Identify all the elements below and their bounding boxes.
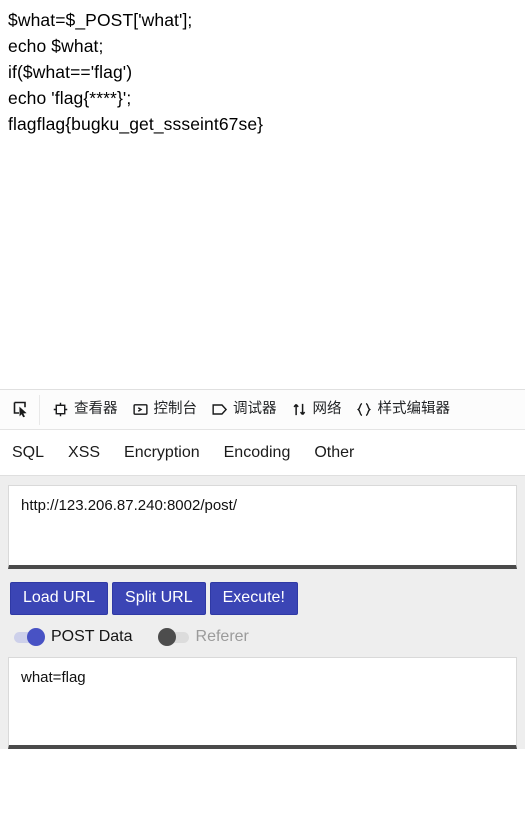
post-data-switch-knob <box>27 627 45 646</box>
element-picker-button[interactable] <box>4 394 40 425</box>
referer-switch-knob <box>157 627 176 646</box>
devtools-tab-label: 样式编辑器 <box>377 401 451 418</box>
post-data-input[interactable] <box>8 657 517 749</box>
hackbar-tab-sql[interactable]: SQL <box>12 444 44 462</box>
element-picker-icon <box>13 401 27 418</box>
php-output-line: echo 'flag{****}'; <box>8 88 132 108</box>
url-input[interactable] <box>8 485 517 569</box>
hackbar-tab-xss[interactable]: XSS <box>68 444 100 462</box>
hackbar-tab-encoding[interactable]: Encoding <box>224 444 291 462</box>
browser-page-viewport: $what=$_POST['what']; echo $what; if($wh… <box>0 0 525 389</box>
referer-toggle[interactable]: Referer <box>157 627 249 646</box>
devtools-tab-label: 查看器 <box>74 401 118 418</box>
php-output-line: echo $what; <box>8 36 104 56</box>
debugger-icon <box>211 401 228 418</box>
hackbar-body: Load URL Split URL Execute! POST Data Re… <box>0 476 525 749</box>
hackbar-tab-row: SQL XSS Encryption Encoding Other <box>0 430 525 476</box>
hackbar-panel: SQL XSS Encryption Encoding Other Load U… <box>0 430 525 749</box>
execute-button[interactable]: Execute! <box>209 582 298 615</box>
console-icon <box>132 401 149 418</box>
devtools-tab-debugger[interactable]: 调试器 <box>204 395 284 425</box>
php-output-line: $what=$_POST['what']; <box>8 10 193 30</box>
hackbar-tab-encryption[interactable]: Encryption <box>124 444 200 462</box>
php-output-flag-line: flagflag{bugku_get_ssseint67se} <box>8 114 264 134</box>
devtools-tab-label: 调试器 <box>233 401 277 418</box>
network-icon <box>291 401 308 418</box>
devtools-tab-label: 网络 <box>312 401 342 418</box>
referer-toggle-label: Referer <box>195 628 249 645</box>
devtools-tab-label: 控制台 <box>153 401 198 418</box>
php-output-text: $what=$_POST['what']; echo $what; if($wh… <box>0 0 525 137</box>
inspector-icon <box>52 401 69 418</box>
devtools-tab-console[interactable]: 控制台 <box>125 395 205 425</box>
style-editor-icon <box>356 401 373 418</box>
post-data-toggle-label: POST Data <box>51 628 133 645</box>
devtools-tab-network[interactable]: 网络 <box>284 395 349 425</box>
devtools-tab-style-editor[interactable]: 样式编辑器 <box>349 395 458 425</box>
post-data-switch-track <box>14 627 45 646</box>
devtools-tab-inspector[interactable]: 查看器 <box>45 395 125 425</box>
referer-switch-track <box>157 627 189 646</box>
devtools-panel: 查看器 控制台 调试器 网络 样式编辑器 SQL XSS Encryption … <box>0 389 525 831</box>
hackbar-toggle-row: POST Data Referer <box>8 615 517 657</box>
devtools-toolbar: 查看器 控制台 调试器 网络 样式编辑器 <box>0 390 525 430</box>
split-url-button[interactable]: Split URL <box>112 582 206 615</box>
php-output-line: if($what=='flag') <box>8 62 133 82</box>
hackbar-tab-other[interactable]: Other <box>314 444 354 462</box>
load-url-button[interactable]: Load URL <box>10 582 109 615</box>
post-data-toggle[interactable]: POST Data <box>14 627 133 646</box>
hackbar-button-row: Load URL Split URL Execute! <box>8 569 517 615</box>
